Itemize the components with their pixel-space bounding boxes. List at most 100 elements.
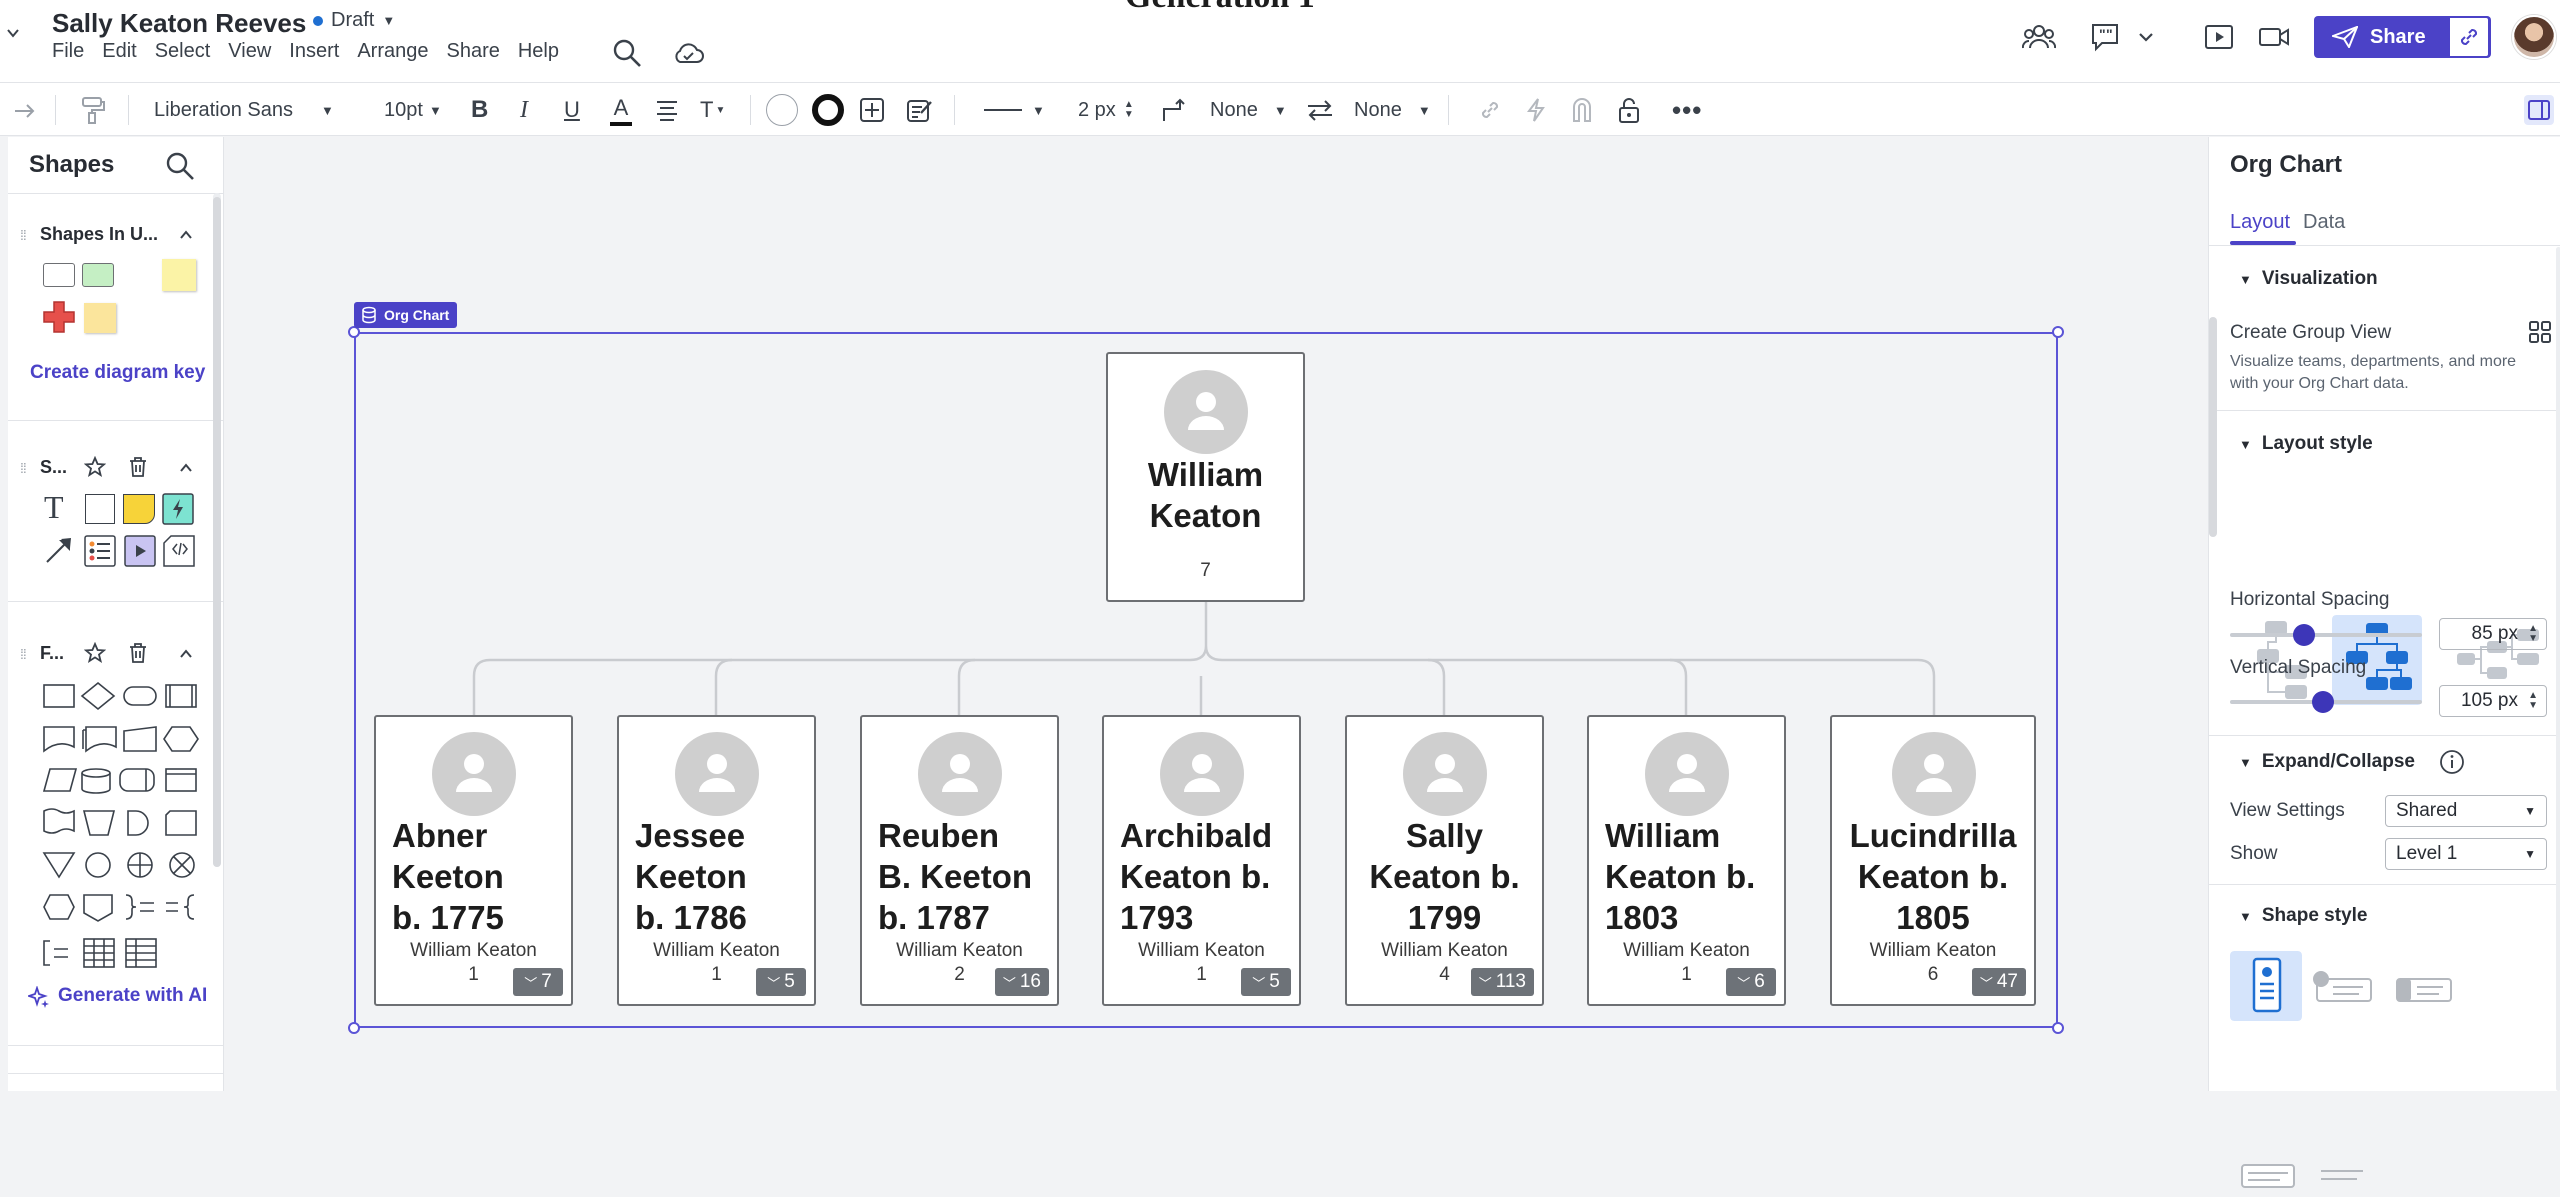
org-card-child[interactable]: Reuben B. Keeton b. 1787 William Keaton …: [860, 715, 1059, 1006]
section-shape-style[interactable]: ▼ Shape style: [2239, 905, 2367, 927]
menu-edit[interactable]: Edit: [102, 40, 136, 63]
redo-icon[interactable]: [12, 97, 38, 123]
shape-style-avatar-card[interactable]: [2307, 951, 2379, 1021]
embed-code-shape[interactable]: [163, 535, 195, 567]
create-diagram-key-link[interactable]: Create diagram key: [30, 362, 205, 384]
resize-handle-bottom-left[interactable]: [348, 1022, 360, 1034]
link-icon[interactable]: [1478, 98, 1502, 122]
resize-handle-bottom-right[interactable]: [2052, 1022, 2064, 1034]
conditional-formatting-icon[interactable]: [906, 97, 934, 123]
magnet-icon[interactable]: [1570, 97, 1594, 123]
italic-button[interactable]: I: [520, 83, 528, 137]
search-icon[interactable]: [165, 151, 195, 181]
more-options-button[interactable]: •••: [1672, 83, 1702, 137]
text-options-button[interactable]: T ▼: [700, 83, 725, 137]
horizontal-spacing-knob[interactable]: [2293, 624, 2315, 646]
share-main[interactable]: Share: [2314, 16, 2448, 58]
action-block-shape[interactable]: [162, 493, 194, 525]
org-card-child[interactable]: Archibald Keaton b. 1793 William Keaton …: [1102, 715, 1301, 1006]
bold-button[interactable]: B: [471, 83, 488, 137]
copy-link-button[interactable]: [2448, 16, 2490, 58]
chevron-down-icon[interactable]: [6, 26, 20, 40]
recent-shape-green-rectangle[interactable]: [82, 263, 114, 287]
expand-badge[interactable]: ﹀ 16: [994, 968, 1049, 996]
vertical-spacing-knob[interactable]: [2312, 691, 2334, 713]
present-icon[interactable]: [2202, 20, 2236, 54]
scrollbar-thumb[interactable]: [2209, 317, 2217, 537]
section-title[interactable]: Shapes In U...: [40, 224, 158, 245]
flowchart-shapes-grid[interactable]: [42, 673, 202, 1003]
arrow-line-shape[interactable]: [44, 535, 74, 565]
cloud-saved-icon[interactable]: [672, 40, 704, 66]
line-color-button[interactable]: [812, 83, 844, 137]
trash-icon[interactable]: [128, 456, 148, 478]
swap-arrows-icon[interactable]: [1306, 98, 1334, 122]
fill-color-button[interactable]: [766, 83, 798, 137]
search-icon[interactable]: [612, 38, 642, 68]
horizontal-spacing-input[interactable]: 85 px ▲ ▼: [2439, 618, 2547, 650]
text-color-button[interactable]: A: [610, 83, 632, 137]
org-card-child[interactable]: Abner Keeton b. 1775 William Keaton 1 ﹀ 7: [374, 715, 573, 1006]
action-bolt-icon[interactable]: [1524, 97, 1548, 123]
recent-shape-rectangle[interactable]: [43, 263, 75, 287]
document-title[interactable]: Sally Keaton Reeves: [52, 8, 306, 39]
underline-button[interactable]: U: [564, 83, 580, 137]
comments-icon[interactable]: " ": [2088, 20, 2122, 54]
block-shape[interactable]: [85, 494, 115, 524]
user-avatar[interactable]: [2512, 15, 2556, 59]
org-card-child[interactable]: Lucindrilla Keaton b. 1805 William Keato…: [1830, 715, 2036, 1006]
section-expand-collapse[interactable]: ▼ Expand/Collapse: [2239, 751, 2415, 773]
tab-layout[interactable]: Layout: [2230, 211, 2290, 234]
tab-data[interactable]: Data: [2303, 211, 2345, 234]
generate-with-ai-button[interactable]: Generate with AI: [58, 985, 207, 1007]
star-icon[interactable]: [84, 642, 106, 664]
trash-icon[interactable]: [128, 642, 148, 664]
menu-view[interactable]: View: [228, 40, 271, 63]
status-badge[interactable]: Draft ▼: [313, 9, 395, 32]
line-width-stepper[interactable]: 2 px ▲ ▼: [1078, 83, 1134, 137]
menu-arrange[interactable]: Arrange: [357, 40, 428, 63]
menu-file[interactable]: File: [52, 40, 84, 63]
chevron-up-icon[interactable]: [178, 227, 194, 243]
show-level-select[interactable]: Level 1 ▼: [2385, 838, 2547, 870]
scrollbar-track[interactable]: [2556, 247, 2560, 1091]
menu-help[interactable]: Help: [518, 40, 559, 63]
section-visualization[interactable]: ▼ Visualization: [2239, 268, 2378, 290]
org-card-child[interactable]: Sally Keaton b. 1799 William Keaton 4 ﹀ 1…: [1345, 715, 1544, 1006]
shape-options-icon[interactable]: [859, 97, 885, 123]
resize-handle-top-right[interactable]: [2052, 326, 2064, 338]
expand-badge[interactable]: ﹀ 5: [1241, 968, 1291, 996]
recent-shape-cross[interactable]: [43, 301, 75, 333]
font-family-select[interactable]: Liberation Sans ▼: [154, 83, 334, 137]
share-button[interactable]: Share: [2314, 16, 2491, 58]
expand-badge[interactable]: ﹀ 47: [1971, 968, 2026, 996]
org-chart-tag[interactable]: Org Chart: [354, 302, 458, 328]
drag-handle-icon[interactable]: ⁞⁞: [20, 227, 27, 243]
line-style-select[interactable]: ▼: [984, 83, 1045, 137]
end-arrow-select[interactable]: None ▼: [1354, 83, 1431, 137]
horizontal-spacing-slider[interactable]: [2230, 633, 2422, 637]
menu-share[interactable]: Share: [446, 40, 499, 63]
start-arrow-select[interactable]: None ▼: [1210, 83, 1287, 137]
section-layout-style[interactable]: ▼ Layout style: [2239, 433, 2373, 455]
collaborators-icon[interactable]: [2022, 20, 2056, 54]
section-title[interactable]: F...: [40, 643, 64, 664]
expand-badge[interactable]: ﹀ 113: [1470, 968, 1534, 996]
text-shape[interactable]: T: [44, 491, 74, 523]
expand-badge[interactable]: ﹀ 7: [513, 968, 563, 996]
view-settings-select[interactable]: Shared ▼: [2385, 795, 2547, 827]
drag-handle-icon[interactable]: ⁞⁞: [20, 460, 27, 476]
chevron-down-icon[interactable]: [2136, 20, 2156, 54]
stepper-arrows-icon[interactable]: ▲ ▼: [2528, 691, 2538, 711]
video-call-icon[interactable]: [2257, 20, 2291, 54]
recent-shape-sticky-note[interactable]: [162, 259, 196, 291]
recent-shape-yellow-note[interactable]: [84, 303, 116, 333]
group-view-icon[interactable]: [2528, 320, 2552, 344]
video-shape[interactable]: [124, 535, 156, 567]
shape-style-wide-card[interactable]: [2387, 951, 2459, 1021]
org-card-child[interactable]: Jessee Keeton b. 1786 William Keaton 1 ﹀…: [617, 715, 816, 1006]
chevron-up-icon[interactable]: [178, 460, 194, 476]
shape-style-portrait-card[interactable]: [2230, 951, 2302, 1021]
sticky-note-shape[interactable]: [123, 494, 155, 524]
shape-style-text-card[interactable]: [2230, 1157, 2302, 1197]
